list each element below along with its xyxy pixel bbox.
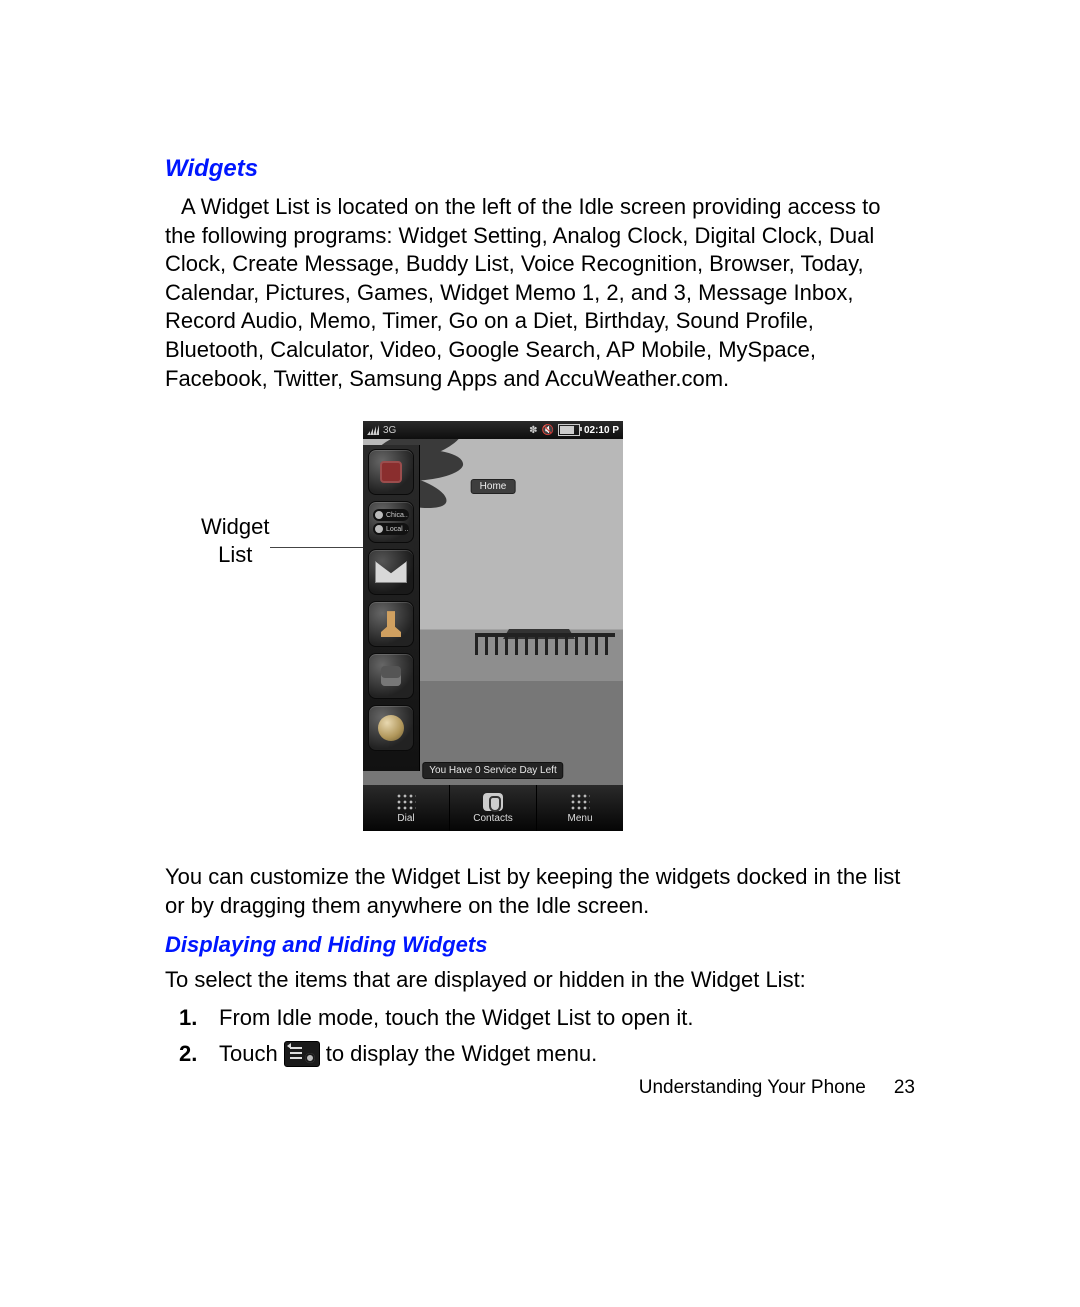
widget-dual-clock-icon[interactable]: Chica.. Local .. [368, 501, 414, 543]
phone-screenshot: 3G ✽ 🔇 02:10 P [363, 421, 623, 831]
pier [475, 619, 615, 659]
widget-menu-icon [284, 1041, 320, 1067]
paragraph-select-intro: To select the items that are displayed o… [165, 966, 915, 995]
figure-caption-line1: Widget [201, 513, 269, 541]
softkey-dial[interactable]: Dial [363, 785, 450, 831]
step-2-text-b: to display the Widget menu. [326, 1037, 597, 1071]
steps-list: 1. From Idle mode, touch the Widget List… [165, 1001, 915, 1071]
mute-icon: 🔇 [542, 425, 554, 436]
page-footer: Understanding Your Phone 23 [639, 1077, 915, 1099]
paragraph-customize: You can customize the Widget List by kee… [165, 863, 915, 920]
heading-display-hide: Displaying and Hiding Widgets [165, 932, 915, 958]
clock-city-2: Local .. [386, 526, 409, 533]
step-2-number: 2. [165, 1037, 219, 1071]
figure-caption-line2: List [201, 541, 269, 569]
heading-widgets: Widgets [165, 155, 915, 183]
service-days-banner: You Have 0 Service Day Left [422, 762, 563, 779]
dial-icon [396, 793, 416, 811]
status-left: 3G [367, 425, 396, 436]
status-bar: 3G ✽ 🔇 02:10 P [363, 421, 623, 439]
signal-icon [367, 425, 379, 435]
figure-widget-list: Widget List 3G ✽ 🔇 02:10 P [165, 421, 915, 841]
figure-caption: Widget List [201, 513, 269, 568]
footer-section: Understanding Your Phone [639, 1077, 866, 1099]
figure-leader-line [270, 547, 363, 548]
bottom-bar: Dial Contacts Menu [363, 785, 623, 831]
contacts-icon [483, 793, 503, 811]
step-2-text-a: Touch [219, 1037, 278, 1071]
step-1-text: From Idle mode, touch the Widget List to… [219, 1001, 693, 1035]
widget-buddy-icon[interactable] [368, 653, 414, 699]
manual-page: Widgets A Widget List is located on the … [0, 0, 1080, 1307]
softkey-contacts[interactable]: Contacts [450, 785, 537, 831]
footer-page-number: 23 [894, 1077, 915, 1099]
softkey-contacts-label: Contacts [473, 813, 512, 824]
softkey-dial-label: Dial [397, 813, 414, 824]
widget-dock: Chica.. Local .. [363, 445, 420, 771]
step-1: 1. From Idle mode, touch the Widget List… [165, 1001, 915, 1035]
step-1-number: 1. [165, 1001, 219, 1035]
step-2: 2. Touch to display the Widget menu. [165, 1037, 915, 1071]
home-page-label: Home [471, 479, 516, 494]
status-3g-icon: 3G [383, 425, 396, 436]
widget-voice-icon[interactable] [368, 601, 414, 647]
paragraph-widget-intro: A Widget List is located on the left of … [165, 193, 915, 393]
widget-settings-icon[interactable] [368, 449, 414, 495]
status-right: ✽ 🔇 02:10 P [529, 424, 619, 436]
battery-icon [558, 424, 580, 436]
status-time: 02:10 P [584, 425, 619, 436]
widget-browser-icon[interactable] [368, 705, 414, 751]
menu-icon [570, 793, 590, 811]
bluetooth-icon: ✽ [529, 425, 537, 436]
softkey-menu[interactable]: Menu [537, 785, 623, 831]
clock-city-1: Chica.. [386, 512, 408, 519]
phone-screen: 3G ✽ 🔇 02:10 P [363, 421, 623, 831]
widget-message-icon[interactable] [368, 549, 414, 595]
softkey-menu-label: Menu [567, 813, 592, 824]
